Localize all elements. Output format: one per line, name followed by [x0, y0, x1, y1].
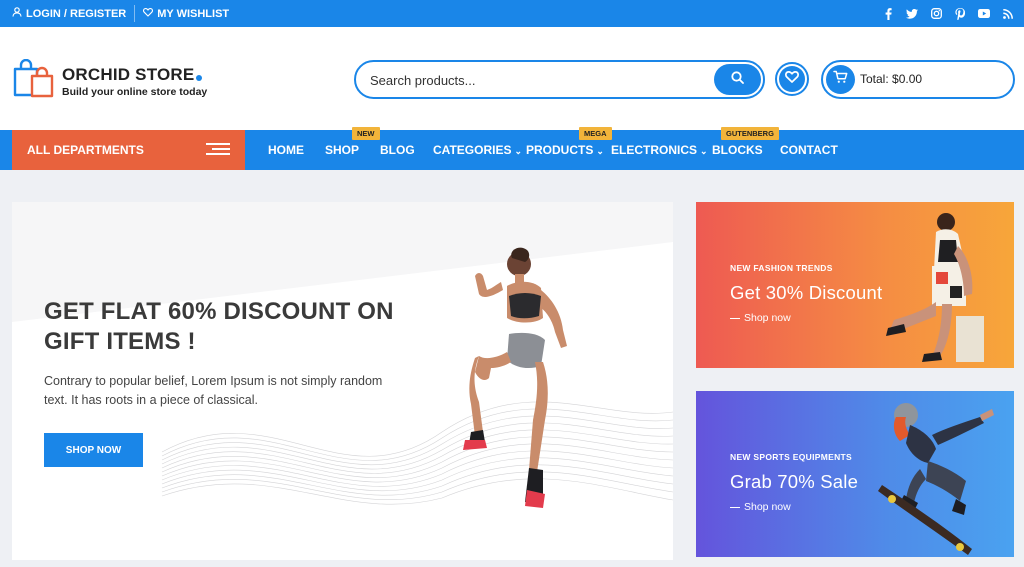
promo-kicker: NEW SPORTS EQUIPMENTS: [730, 452, 853, 462]
shop-now-link[interactable]: Shop now: [730, 312, 791, 324]
nav-item-blog[interactable]: BLOG: [380, 130, 415, 170]
promo-title: Grab 70% Sale: [730, 471, 859, 492]
hero-banner: GET FLAT 60% DISCOUNT ON GIFT ITEMS ! Co…: [12, 202, 673, 560]
rss-icon[interactable]: [1002, 8, 1014, 20]
search-input[interactable]: [370, 70, 700, 90]
logo-dot: [196, 75, 203, 81]
twitter-icon[interactable]: [906, 8, 918, 20]
user-icon: [12, 7, 22, 20]
site-header: ORCHID STORE Build your online store tod…: [0, 27, 1024, 130]
main-navigation: ALL DEPARTMENTS HOME SHOP NEW BLOG CATEG…: [0, 127, 1024, 170]
chevron-down-icon: ⌄: [596, 145, 604, 156]
login-register-link[interactable]: LOGIN / REGISTER: [12, 7, 126, 20]
nav-badge-new: NEW: [352, 127, 380, 140]
my-wishlist-label: MY WISHLIST: [157, 7, 230, 20]
promo-card-fashion[interactable]: NEW FASHION TRENDS Get 30% Discount Shop…: [696, 202, 1014, 368]
heart-icon: [143, 7, 154, 20]
nav-item-home[interactable]: HOME: [268, 130, 304, 170]
chevron-down-icon: ⌄: [514, 145, 522, 156]
top-bar: LOGIN / REGISTER MY WISHLIST: [0, 0, 1024, 27]
store-logo[interactable]: ORCHID STORE Build your online store tod…: [12, 58, 208, 104]
promo-title: Get 30% Discount: [730, 282, 883, 303]
promo-card-sports[interactable]: NEW SPORTS EQUIPMENTS Grab 70% Sale Shop…: [696, 391, 1014, 557]
athlete-image: [463, 247, 567, 508]
search-button[interactable]: [714, 64, 761, 95]
nav-item-categories[interactable]: CATEGORIES ⌄: [433, 130, 522, 170]
cart-button[interactable]: Total: $0.00: [821, 60, 1015, 99]
login-register-label: LOGIN / REGISTER: [26, 7, 127, 20]
social-links: [882, 0, 1014, 27]
heart-icon: [785, 70, 799, 88]
menu-lines-icon: [206, 143, 230, 158]
hero-description: Contrary to popular belief, Lorem Ipsum …: [44, 374, 383, 407]
promo-kicker: NEW FASHION TRENDS: [730, 263, 833, 273]
nav-item-electronics[interactable]: ELECTRONICS ⌄: [611, 130, 708, 170]
my-wishlist-link[interactable]: MY WISHLIST: [143, 7, 229, 20]
chevron-down-icon: ⌄: [700, 145, 708, 156]
nav-badge-mega: MEGA: [579, 127, 612, 140]
youtube-icon[interactable]: [978, 8, 990, 20]
shopping-bag-icon: [12, 58, 56, 104]
topbar-divider: [134, 5, 136, 22]
skateboarder-image: [878, 403, 994, 555]
shop-now-button[interactable]: SHOP NOW: [44, 433, 143, 467]
cart-icon: [833, 70, 848, 89]
search-icon: [731, 70, 744, 89]
facebook-icon[interactable]: [882, 7, 894, 20]
instagram-icon[interactable]: [930, 8, 942, 20]
hero-title: GET FLAT 60% DISCOUNT ON GIFT ITEMS !: [44, 298, 394, 355]
search-bar: [354, 60, 765, 99]
fashion-model-image: [886, 213, 984, 362]
all-departments-button[interactable]: ALL DEPARTMENTS: [12, 130, 245, 170]
store-name: ORCHID STORE: [62, 65, 195, 84]
pinterest-icon[interactable]: [954, 7, 966, 20]
store-tagline: Build your online store today: [62, 86, 208, 98]
nav-badge-gutenberg: GUTENBERG: [721, 127, 779, 140]
wishlist-button[interactable]: [775, 62, 809, 96]
cart-icon-wrap: [826, 65, 855, 94]
cart-total: Total: $0.00: [860, 72, 923, 86]
shop-now-link[interactable]: Shop now: [730, 501, 791, 513]
nav-item-contact[interactable]: CONTACT: [780, 130, 838, 170]
all-departments-label: ALL DEPARTMENTS: [27, 143, 144, 157]
